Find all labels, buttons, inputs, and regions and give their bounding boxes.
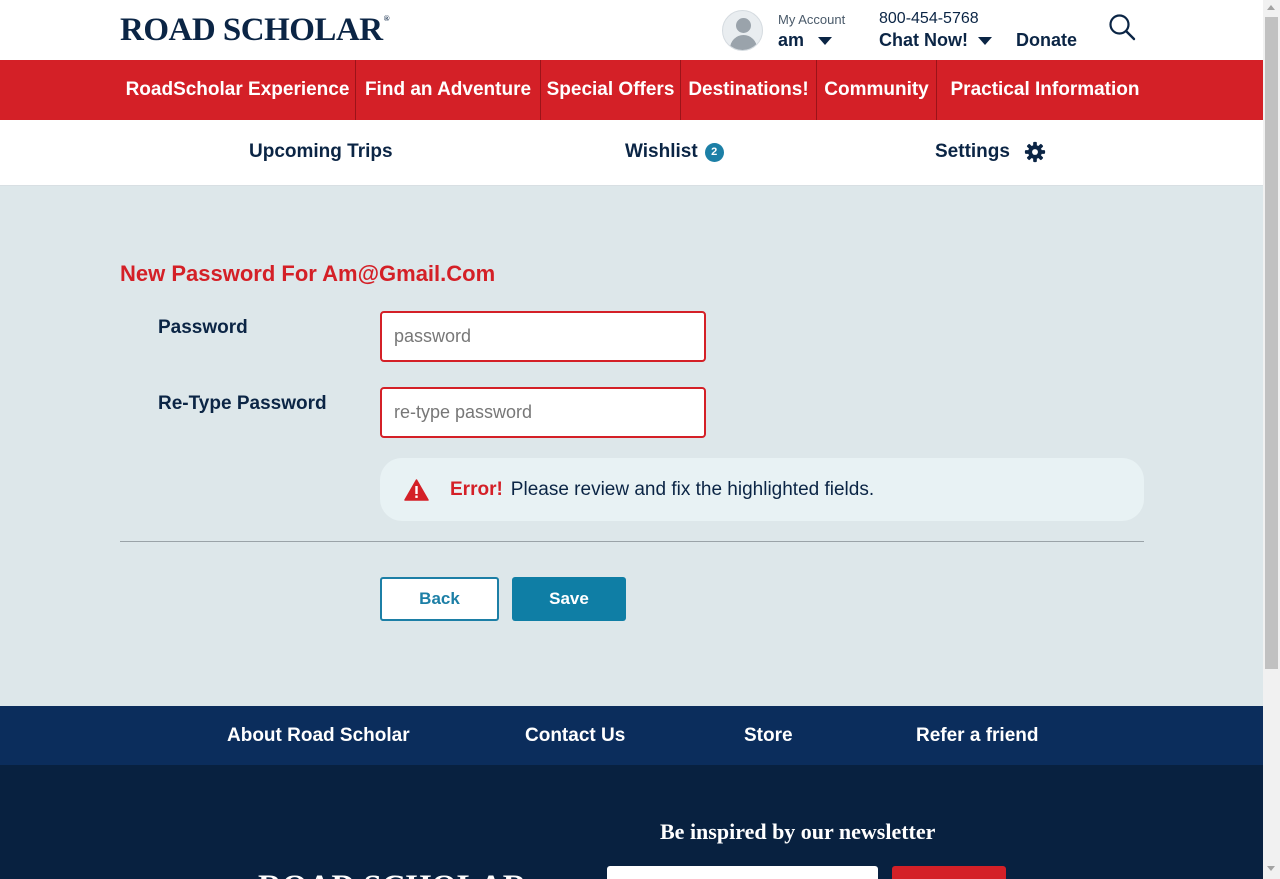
back-button[interactable]: Back: [380, 577, 499, 621]
nav-community[interactable]: Community: [817, 60, 936, 120]
account-menu-toggle[interactable]: am: [778, 30, 833, 51]
gear-icon[interactable]: [1024, 141, 1046, 163]
account-navigation: Upcoming Trips Wishlist 2 Settings: [0, 120, 1263, 186]
tab-wishlist[interactable]: Wishlist 2: [625, 120, 724, 184]
error-alert: Error! Please review and fix the highlig…: [380, 458, 1144, 521]
phone-number[interactable]: 800-454-5768: [879, 10, 979, 28]
site-logo[interactable]: ROAD SCHOLAR®: [120, 12, 390, 49]
footer-logo[interactable]: ROAD SCHOLAR: [258, 869, 527, 879]
tab-upcoming-trips[interactable]: Upcoming Trips: [249, 120, 393, 184]
page-scrollbar[interactable]: [1263, 0, 1280, 879]
error-title: Error!: [450, 478, 503, 500]
password-input[interactable]: [380, 311, 706, 362]
avatar-icon[interactable]: [722, 10, 763, 51]
warning-icon: [404, 478, 429, 501]
save-button[interactable]: Save: [512, 577, 626, 621]
page-title: New Password For Am@Gmail.Com: [120, 261, 496, 286]
footer-link-store[interactable]: Store: [744, 706, 793, 765]
wishlist-count-badge: 2: [704, 142, 724, 162]
error-message: Please review and fix the highlighted fi…: [510, 478, 875, 500]
main-navigation: RoadScholar Experience Find an Adventure…: [0, 60, 1263, 120]
newsletter-submit-button[interactable]: [892, 866, 1006, 879]
settings-label[interactable]: Settings: [935, 141, 1010, 163]
nav-practical-information[interactable]: Practical Information: [937, 60, 1153, 120]
wishlist-label[interactable]: Wishlist: [625, 141, 698, 163]
retype-password-label: Re-Type Password: [158, 393, 327, 414]
scroll-up-arrow-icon[interactable]: [1267, 5, 1275, 10]
scrollbar-thumb[interactable]: [1265, 17, 1278, 669]
my-account-label[interactable]: My Account: [778, 12, 845, 27]
nav-destinations[interactable]: Destinations!: [681, 60, 816, 120]
password-label: Password: [158, 317, 248, 338]
newsletter-title: Be inspired by our newsletter: [660, 819, 936, 844]
site-header: ROAD SCHOLAR® My Account am 800-454-5768…: [0, 0, 1263, 60]
logo-text[interactable]: ROAD SCHOLAR: [120, 12, 383, 48]
newsletter-email-input[interactable]: [607, 866, 878, 879]
password-form-panel: New Password For Am@Gmail.Com Password R…: [0, 186, 1263, 706]
footer-link-contact[interactable]: Contact Us: [525, 706, 625, 765]
tab-settings[interactable]: Settings: [935, 120, 1046, 184]
search-icon[interactable]: [1108, 13, 1136, 41]
logo-registered-mark: ®: [383, 14, 390, 23]
footer-link-refer[interactable]: Refer a friend: [916, 706, 1038, 765]
chat-now-label[interactable]: Chat Now!: [879, 30, 968, 51]
chat-menu-toggle[interactable]: Chat Now!: [879, 30, 992, 51]
donate-link[interactable]: Donate: [1016, 30, 1077, 51]
nav-find-an-adventure[interactable]: Find an Adventure: [356, 60, 540, 120]
nav-roadscholar-experience[interactable]: RoadScholar Experience: [120, 60, 355, 120]
form-divider: [120, 541, 1144, 542]
nav-special-offers[interactable]: Special Offers: [541, 60, 680, 120]
account-username[interactable]: am: [778, 30, 804, 51]
site-footer: Be inspired by our newsletter ROAD SCHOL…: [0, 765, 1263, 879]
caret-down-icon[interactable]: [978, 36, 992, 45]
footer-navigation: About Road Scholar Contact Us Store Refe…: [0, 706, 1263, 765]
retype-password-input[interactable]: [380, 387, 706, 438]
caret-down-icon[interactable]: [818, 36, 833, 45]
scroll-down-arrow-icon[interactable]: [1267, 866, 1275, 871]
footer-link-about[interactable]: About Road Scholar: [227, 706, 410, 765]
